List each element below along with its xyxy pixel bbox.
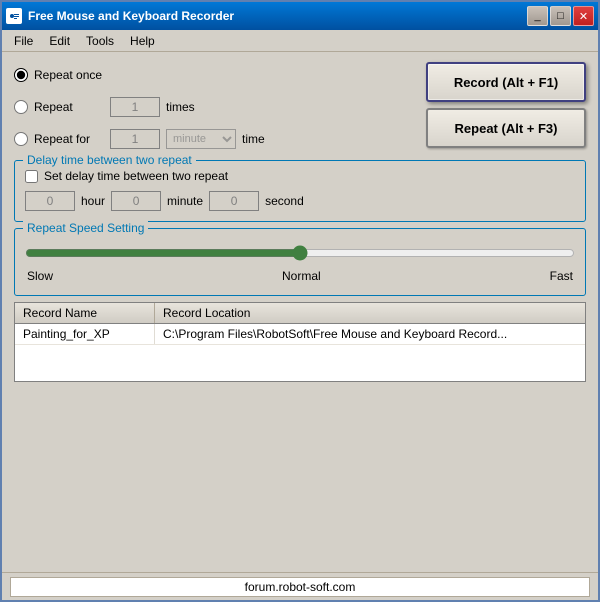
repeat-button[interactable]: Repeat (Alt + F3) xyxy=(426,108,586,148)
record-button[interactable]: Record (Alt + F1) xyxy=(426,62,586,102)
repeat-once-radio[interactable] xyxy=(14,68,28,82)
delay-checkbox-label: Set delay time between two repeat xyxy=(44,169,228,183)
records-table: Record Name Record Location Painting_for… xyxy=(14,302,586,382)
maximize-button[interactable]: □ xyxy=(550,6,571,26)
speed-group: Repeat Speed Setting Slow Normal Fast xyxy=(14,228,586,296)
record-location-cell: C:\Program Files\RobotSoft\Free Mouse an… xyxy=(155,324,585,344)
main-content: Repeat once Repeat times Repeat for minu… xyxy=(2,52,598,392)
slider-container: Slow Normal Fast xyxy=(25,237,575,283)
col-header-location: Record Location xyxy=(155,303,585,323)
title-bar: Free Mouse and Keyboard Recorder _ □ ✕ xyxy=(2,2,598,30)
table-row[interactable]: Painting_for_XPC:\Program Files\RobotSof… xyxy=(15,324,585,345)
time-label: time xyxy=(242,132,265,146)
minute-input[interactable] xyxy=(111,191,161,211)
repeat-times-row: Repeat times xyxy=(14,94,416,120)
repeat-for-row: Repeat for minute hour second time xyxy=(14,126,416,152)
close-button[interactable]: ✕ xyxy=(573,6,594,26)
times-label: times xyxy=(166,100,195,114)
delay-checkbox[interactable] xyxy=(25,170,38,183)
col-header-name: Record Name xyxy=(15,303,155,323)
hour-input[interactable] xyxy=(25,191,75,211)
top-section: Repeat once Repeat times Repeat for minu… xyxy=(14,62,586,152)
repeat-times-input[interactable] xyxy=(110,97,160,117)
delay-content: Set delay time between two repeat hour m… xyxy=(25,169,575,211)
app-window: Free Mouse and Keyboard Recorder _ □ ✕ F… xyxy=(0,0,600,602)
repeat-once-row: Repeat once xyxy=(14,62,416,88)
repeat-unit-select[interactable]: minute hour second xyxy=(166,129,236,149)
menu-item-edit[interactable]: Edit xyxy=(41,32,78,50)
repeat-once-label: Repeat once xyxy=(34,68,104,82)
buttons-panel: Record (Alt + F1) Repeat (Alt + F3) xyxy=(426,62,586,152)
time-row: hour minute second xyxy=(25,191,575,211)
repeat-times-label: Repeat xyxy=(34,100,104,114)
slow-label: Slow xyxy=(27,269,53,283)
minimize-button[interactable]: _ xyxy=(527,6,548,26)
record-name-cell: Painting_for_XP xyxy=(15,324,155,344)
status-bar: forum.robot-soft.com xyxy=(2,572,598,600)
status-text: forum.robot-soft.com xyxy=(10,577,590,597)
delay-group: Delay time between two repeat Set delay … xyxy=(14,160,586,222)
normal-label: Normal xyxy=(282,269,321,283)
app-icon xyxy=(6,8,22,24)
minute-label: minute xyxy=(167,194,203,208)
hour-label: hour xyxy=(81,194,105,208)
fast-label: Fast xyxy=(550,269,573,283)
app-title: Free Mouse and Keyboard Recorder xyxy=(28,9,527,23)
menu-item-tools[interactable]: Tools xyxy=(78,32,122,50)
menu-bar: FileEditToolsHelp xyxy=(2,30,598,52)
repeat-for-radio[interactable] xyxy=(14,132,28,146)
delay-checkbox-row: Set delay time between two repeat xyxy=(25,169,575,183)
speed-group-title: Repeat Speed Setting xyxy=(23,221,148,235)
repeat-for-label: Repeat for xyxy=(34,132,104,146)
slider-labels: Slow Normal Fast xyxy=(25,269,575,283)
window-controls: _ □ ✕ xyxy=(527,6,594,26)
repeat-times-radio[interactable] xyxy=(14,100,28,114)
menu-item-file[interactable]: File xyxy=(6,32,41,50)
table-header: Record Name Record Location xyxy=(15,303,585,324)
delay-group-title: Delay time between two repeat xyxy=(23,153,196,167)
second-input[interactable] xyxy=(209,191,259,211)
second-label: second xyxy=(265,194,304,208)
options-panel: Repeat once Repeat times Repeat for minu… xyxy=(14,62,416,152)
table-body: Painting_for_XPC:\Program Files\RobotSof… xyxy=(15,324,585,345)
speed-slider[interactable] xyxy=(25,245,575,261)
menu-item-help[interactable]: Help xyxy=(122,32,163,50)
repeat-for-input[interactable] xyxy=(110,129,160,149)
